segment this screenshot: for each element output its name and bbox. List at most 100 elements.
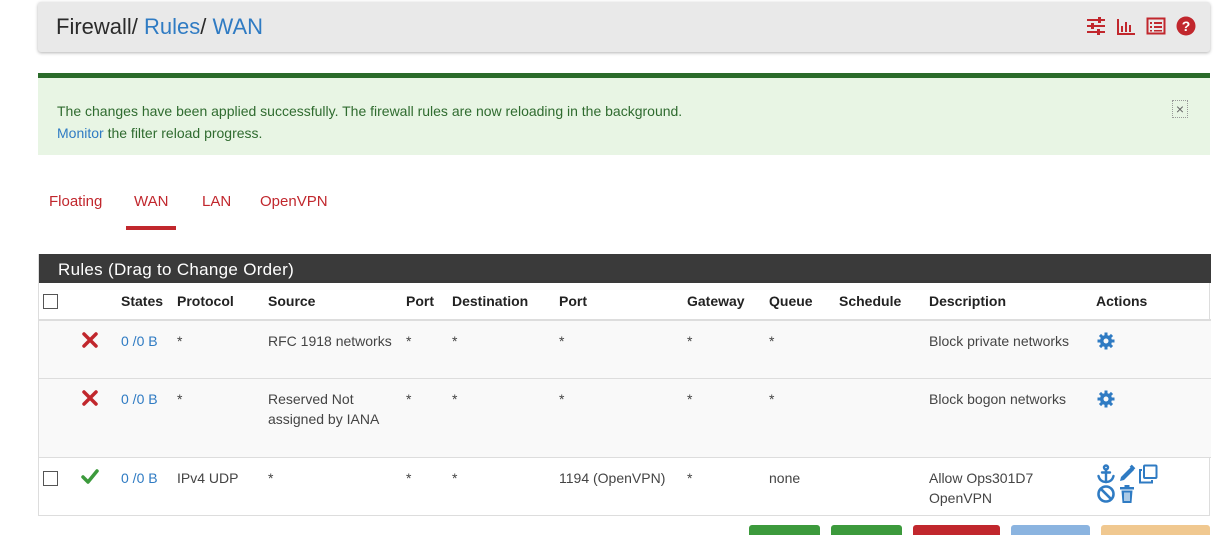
description-header: Description [925, 283, 1092, 321]
svg-text:?: ? [1182, 18, 1191, 34]
destination-cell: * [448, 320, 555, 379]
table-row[interactable]: 0 /0 B * Reserved Not assigned by IANA *… [39, 378, 1211, 458]
select-all-checkbox[interactable] [43, 293, 58, 309]
source-cell: Reserved Not assigned by IANA [264, 378, 402, 458]
tab-wan[interactable]: WAN [125, 193, 178, 230]
rules-table: States Protocol Source Port Destination … [39, 283, 1211, 516]
alert-message: The changes have been applied successful… [57, 100, 682, 144]
row-select-cell [39, 378, 77, 458]
destination-header: Destination [448, 283, 555, 321]
status-header [77, 283, 117, 321]
gear-icon[interactable] [1096, 331, 1116, 351]
description-cell: Allow Ops301D7 OpenVPN [929, 470, 1034, 506]
source-port-cell: * [402, 320, 448, 379]
schedule-header: Schedule [835, 283, 925, 321]
add-top-button[interactable] [749, 525, 820, 535]
gateway-cell: * [683, 378, 765, 458]
separator-button[interactable] [1101, 525, 1210, 535]
table-header-row: States Protocol Source Port Destination … [39, 283, 1211, 321]
actions-header: Actions [1092, 283, 1211, 321]
breadcrumb-separator: / [200, 14, 207, 39]
breadcrumb-separator: / [131, 14, 138, 39]
destination-port-cell: 1194 (OpenVPN) [559, 470, 666, 486]
states-link[interactable]: 0 /0 B [117, 378, 173, 458]
panel-title: Rules (Drag to Change Order) [39, 254, 1211, 283]
rules-panel: Rules (Drag to Change Order) States Prot… [38, 254, 1211, 516]
description-cell: Block bogon networks [925, 378, 1092, 458]
gateway-cell: * [683, 320, 765, 379]
tab-lan[interactable]: LAN [202, 193, 231, 210]
source-port-cell: * [402, 378, 448, 458]
add-bottom-button[interactable] [831, 525, 902, 535]
destination-cell: * [448, 378, 555, 458]
breadcrumb-rules[interactable]: Rules [144, 14, 200, 39]
table-row[interactable]: 0 /0 B IPv4 UDP * * * 1194 (OpenVPN) * n… [39, 458, 1211, 517]
sliders-icon[interactable] [1086, 16, 1106, 36]
status-cell [77, 378, 117, 458]
breadcrumb: Firewall/ Rules/ WAN [56, 14, 263, 40]
header-icon-group: ? [1086, 16, 1196, 36]
schedule-cell [835, 458, 925, 517]
table-row[interactable]: 0 /0 B * RFC 1918 networks * * * * * Blo… [39, 320, 1211, 379]
destination-port-cell: * [555, 320, 683, 379]
delete-button[interactable] [913, 525, 1000, 535]
schedule-cell [835, 320, 925, 379]
status-cell [77, 320, 117, 379]
row-checkbox[interactable] [43, 471, 58, 486]
page-header: Firewall/ Rules/ WAN ? [38, 2, 1210, 52]
queue-header: Queue [765, 283, 835, 321]
protocol-cell: * [173, 378, 264, 458]
states-link[interactable]: 0 /0 B [117, 320, 173, 379]
source-cell: RFC 1918 networks [264, 320, 402, 379]
list-icon[interactable] [1146, 16, 1166, 36]
row-select-cell [39, 458, 77, 517]
actions-cell [1092, 320, 1211, 379]
breadcrumb-firewall: Firewall [56, 14, 132, 39]
states-header: States [117, 283, 173, 321]
help-icon[interactable]: ? [1176, 16, 1196, 36]
select-all-cell [39, 283, 77, 321]
tab-floating[interactable]: Floating [49, 193, 102, 210]
destination-port-header: Port [555, 283, 683, 321]
actions-cell [1092, 458, 1211, 517]
anchor-icon[interactable] [1096, 464, 1116, 484]
protocol-header: Protocol [173, 283, 264, 321]
source-port-cell: * [406, 470, 412, 486]
monitor-link[interactable]: Monitor [57, 125, 104, 141]
source-port-header: Port [402, 283, 448, 321]
gateway-header: Gateway [683, 283, 765, 321]
destination-cell: * [452, 470, 458, 486]
protocol-cell: * [173, 320, 264, 379]
status-cell [77, 458, 117, 517]
check-icon [81, 468, 99, 486]
success-alert: The changes have been applied successful… [38, 73, 1210, 155]
trash-icon[interactable] [1117, 484, 1137, 504]
block-icon [81, 389, 99, 407]
breadcrumb-wan[interactable]: WAN [213, 14, 264, 39]
queue-cell: * [765, 378, 835, 458]
block-icon [81, 331, 99, 349]
alert-line-1: The changes have been applied successful… [57, 103, 683, 119]
save-button[interactable] [1011, 525, 1090, 535]
alert-line-2: Monitor the filter reload progress. [57, 122, 682, 144]
protocol-cell: IPv4 UDP [177, 470, 239, 486]
copy-icon[interactable] [1138, 464, 1158, 484]
queue-cell: none [769, 470, 801, 486]
disable-icon[interactable] [1096, 484, 1116, 504]
gateway-cell: * [687, 470, 693, 486]
description-cell: Block private networks [925, 320, 1092, 379]
schedule-cell [835, 378, 925, 458]
gear-icon[interactable] [1096, 389, 1116, 409]
source-cell: * [268, 470, 274, 486]
destination-port-cell: * [555, 378, 683, 458]
tab-openvpn[interactable]: OpenVPN [260, 193, 328, 210]
close-icon[interactable]: × [1172, 100, 1188, 118]
alert-line-2-text: the filter reload progress. [103, 125, 263, 141]
bar-chart-icon[interactable] [1116, 16, 1136, 36]
queue-cell: * [765, 320, 835, 379]
actions-cell [1092, 378, 1211, 458]
pencil-icon[interactable] [1117, 464, 1137, 484]
source-header: Source [264, 283, 402, 321]
row-select-cell [39, 320, 77, 379]
states-link[interactable]: 0 /0 B [117, 458, 173, 517]
